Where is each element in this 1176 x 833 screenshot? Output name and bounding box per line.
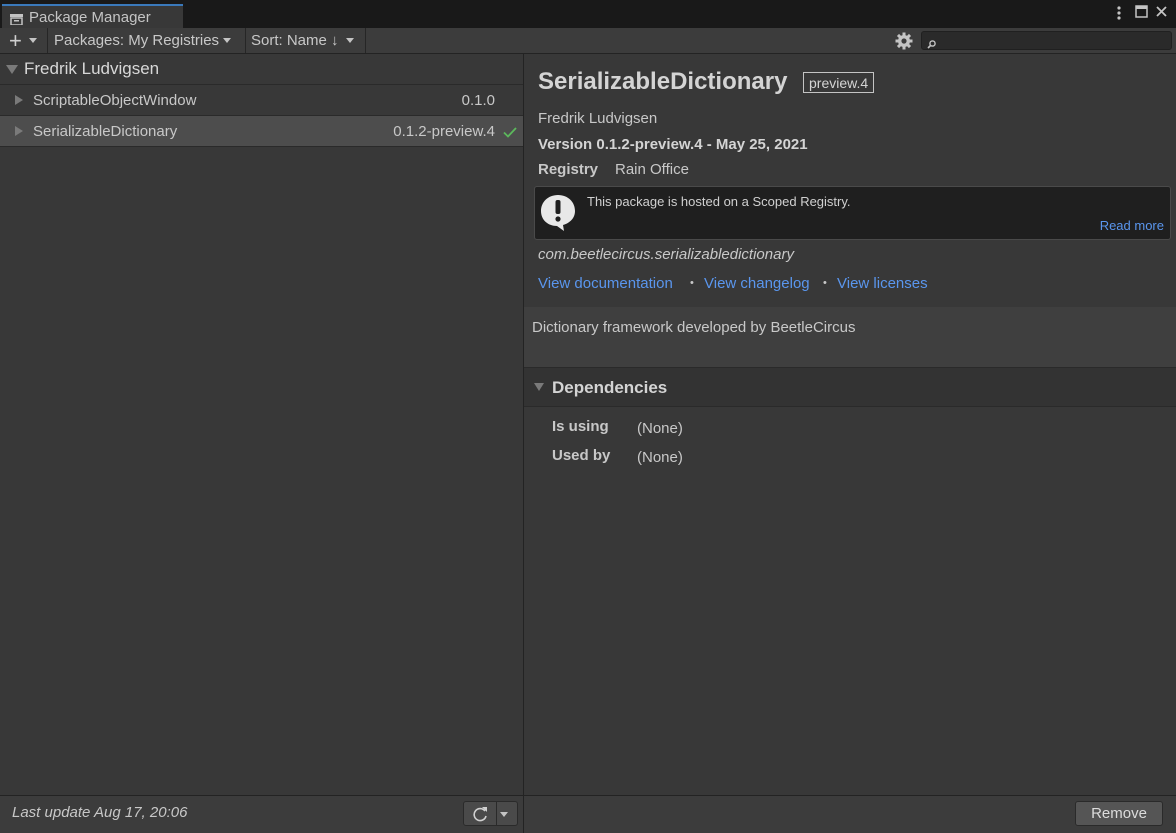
- sort-dropdown-label: Sort: Name ↓: [251, 32, 339, 49]
- dependencies-title: Dependencies: [552, 378, 668, 397]
- used-by-value: (None): [637, 449, 683, 466]
- package-group-header[interactable]: Fredrik Ludvigsen: [0, 54, 523, 85]
- collapsed-triangle-icon: [15, 126, 23, 136]
- more-options-icon[interactable]: [1114, 5, 1124, 25]
- notice-text: This package is hosted on a Scoped Regis…: [587, 194, 851, 209]
- package-version: 0.1.2-preview.4: [393, 123, 495, 140]
- link-separator: •: [823, 277, 827, 289]
- chevron-down-icon: [345, 38, 354, 43]
- preview-tag: preview.4: [803, 72, 875, 93]
- window-title: Package Manager: [29, 8, 151, 26]
- group-name: Fredrik Ludvigsen: [24, 59, 160, 78]
- package-description: Dictionary framework developed by Beetle…: [532, 319, 856, 336]
- gear-icon[interactable]: [895, 32, 913, 55]
- maximize-icon[interactable]: [1135, 5, 1148, 22]
- package-row-selected[interactable]: SerializableDictionary 0.1.2-preview.4: [0, 116, 523, 147]
- package-id: com.beetlecircus.serializabledictionary: [538, 246, 794, 263]
- plus-icon: +: [9, 27, 22, 53]
- expand-triangle-icon: [6, 65, 18, 74]
- footer-bar: Last update Aug 17, 20:06 Remove: [0, 795, 1176, 833]
- footer-divider: [523, 796, 524, 833]
- registry-label: Registry: [538, 161, 599, 178]
- last-update-text: Last update Aug 17, 20:06: [12, 804, 188, 821]
- package-row[interactable]: ScriptableObjectWindow 0.1.0: [0, 85, 523, 116]
- sort-dropdown[interactable]: Sort: Name ↓: [246, 28, 366, 53]
- package-name: ScriptableObjectWindow: [33, 92, 197, 109]
- package-list: Fredrik Ludvigsen ScriptableObjectWindow…: [0, 54, 524, 795]
- package-author: Fredrik Ludvigsen: [538, 110, 658, 127]
- view-documentation-link[interactable]: View documentation: [538, 275, 673, 292]
- toolbar: + Packages: My Registries Sort: Name ↓: [0, 28, 1176, 54]
- is-using-label: Is using: [552, 418, 609, 435]
- is-using-value: (None): [637, 420, 683, 437]
- refresh-button-group: [463, 801, 518, 826]
- title-bar: Package Manager: [0, 0, 1176, 28]
- package-details: SerializableDictionary preview.4 Fredrik…: [524, 54, 1176, 795]
- chevron-down-icon: [223, 38, 232, 43]
- search-icon: [927, 36, 936, 54]
- collapsed-triangle-icon: [15, 95, 23, 105]
- scoped-registry-notice: This package is hosted on a Scoped Regis…: [534, 186, 1171, 240]
- version-line: Version 0.1.2-preview.4 - May 25, 2021: [538, 136, 808, 153]
- add-package-button[interactable]: +: [0, 28, 48, 53]
- dependencies-header[interactable]: Dependencies: [524, 367, 1176, 407]
- view-licenses-link[interactable]: View licenses: [837, 275, 928, 292]
- button-divider: [496, 802, 497, 825]
- packages-dropdown[interactable]: Packages: My Registries: [48, 28, 246, 53]
- search-input[interactable]: [921, 31, 1172, 50]
- view-changelog-link[interactable]: View changelog: [704, 275, 810, 292]
- close-icon[interactable]: [1155, 5, 1168, 22]
- package-icon: [10, 12, 23, 26]
- checkmark-icon: [503, 125, 517, 142]
- packages-dropdown-label: Packages: My Registries: [54, 32, 220, 49]
- package-version: 0.1.0: [461, 92, 495, 109]
- registry-value: Rain Office: [615, 161, 689, 178]
- refresh-icon[interactable]: [472, 806, 489, 827]
- expand-triangle-icon: [534, 383, 544, 391]
- chevron-down-icon: [28, 38, 37, 43]
- remove-button[interactable]: Remove: [1075, 801, 1163, 826]
- description-section: Dictionary framework developed by Beetle…: [524, 307, 1176, 367]
- warning-icon: [540, 194, 576, 237]
- window-tab[interactable]: Package Manager: [2, 4, 183, 28]
- chevron-down-icon[interactable]: [500, 812, 508, 817]
- used-by-label: Used by: [552, 447, 611, 464]
- package-title: SerializableDictionary: [538, 68, 788, 95]
- read-more-link[interactable]: Read more: [1100, 218, 1164, 233]
- package-name: SerializableDictionary: [33, 123, 178, 140]
- link-separator: •: [690, 277, 694, 289]
